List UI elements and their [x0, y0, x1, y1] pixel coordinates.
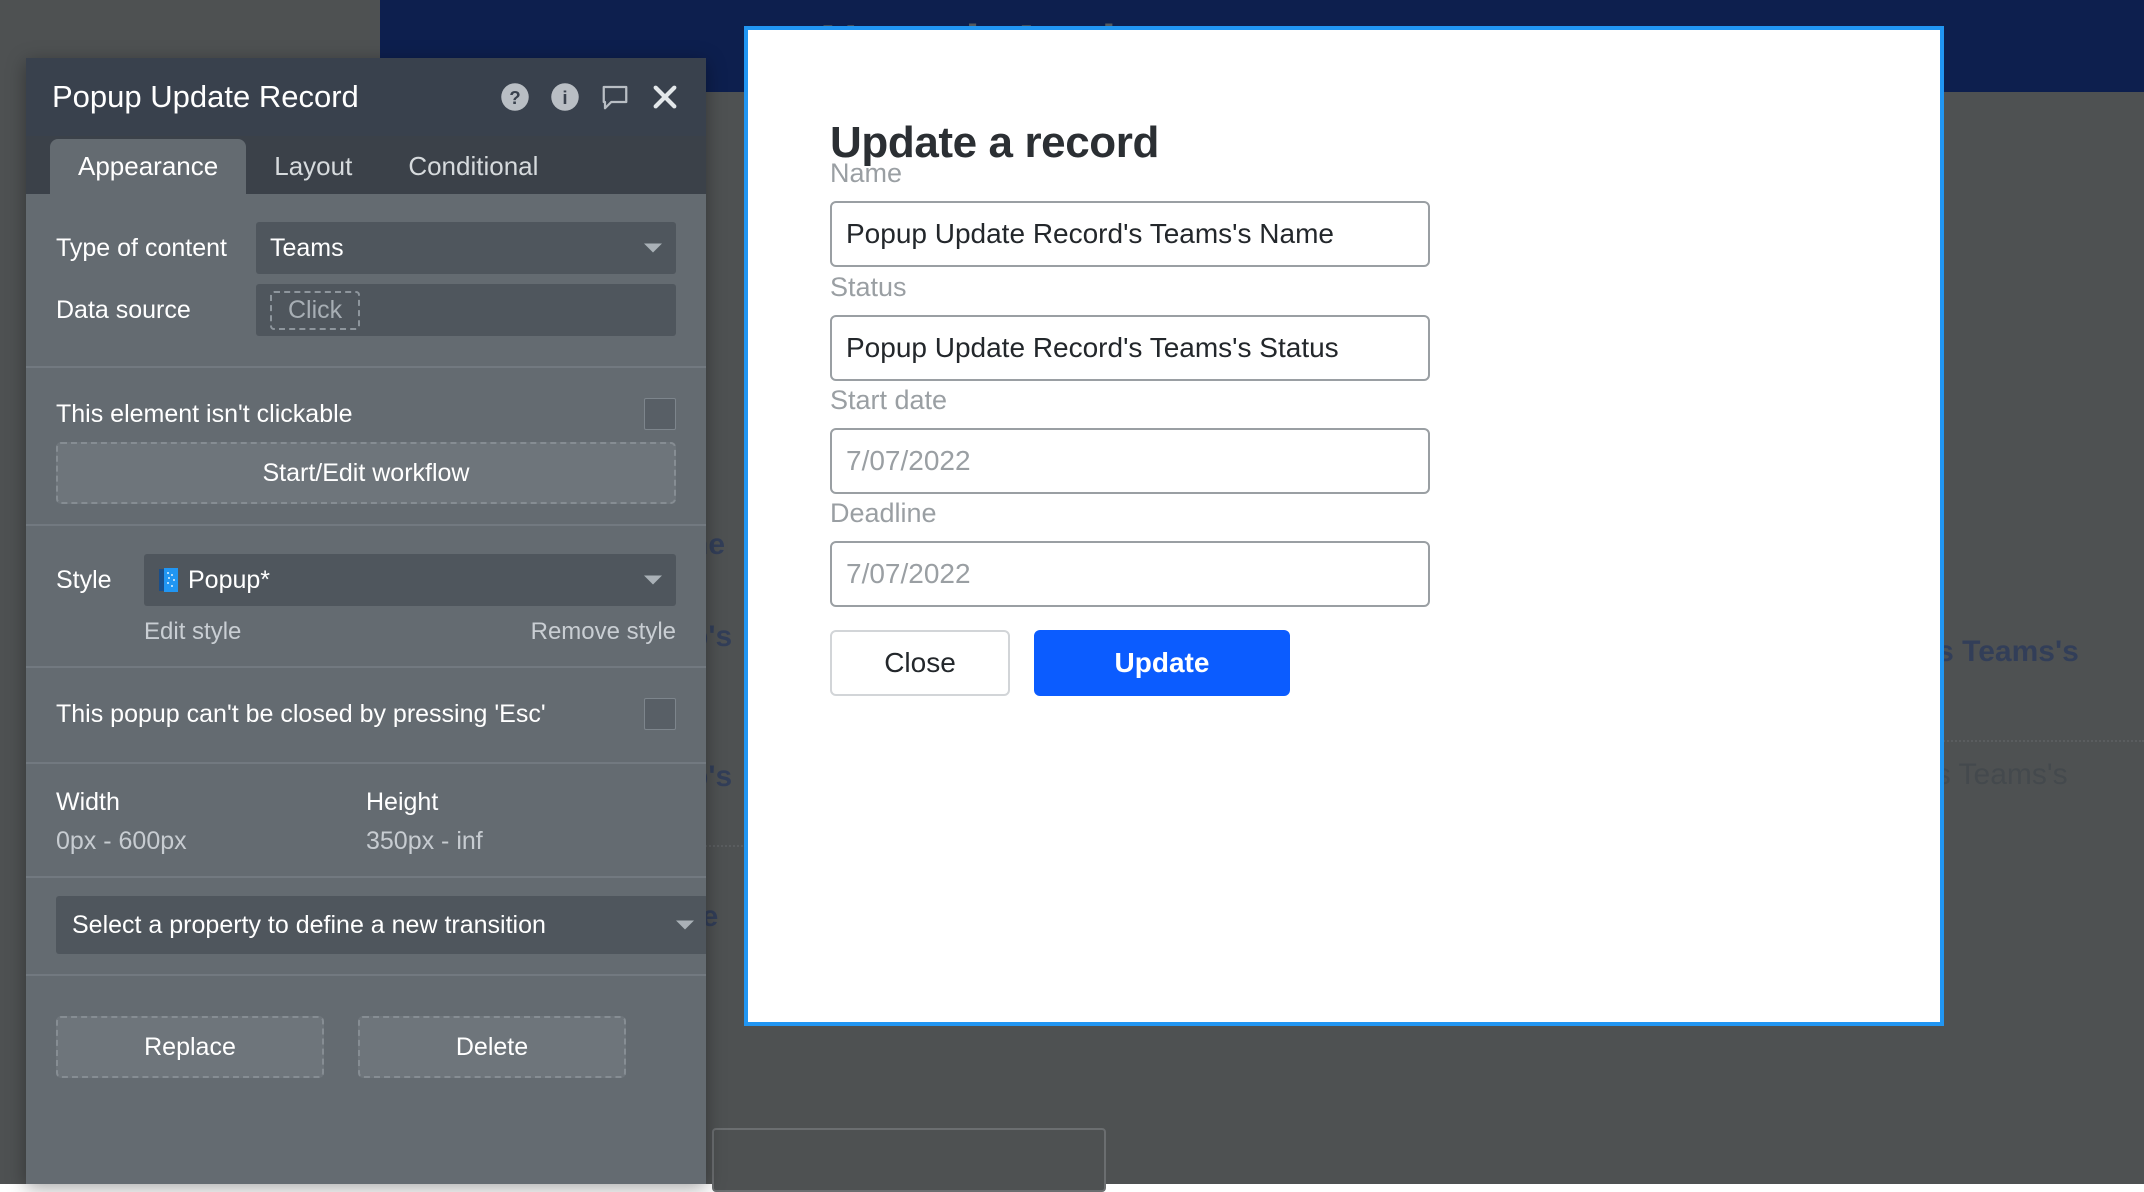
- tab-layout[interactable]: Layout: [246, 139, 380, 194]
- section-element-actions: Replace Delete: [26, 976, 706, 1098]
- background-card: [712, 1128, 1106, 1192]
- field-input[interactable]: Popup Update Record's Teams's Name: [830, 201, 1430, 267]
- type-of-content-label: Type of content: [56, 233, 227, 262]
- data-source-value: Click: [270, 290, 361, 330]
- field-label: Status: [830, 272, 907, 302]
- transition-placeholder: Select a property to define a new transi…: [72, 910, 546, 939]
- panel-title: Popup Update Record: [52, 79, 359, 114]
- field-group: Status Popup Update Record's Teams's Stat…: [830, 272, 1430, 381]
- property-panel: Popup Update Record ? i Appearance Layout…: [26, 58, 706, 1184]
- field-label: Deadline: [830, 498, 937, 528]
- panel-header-icons: ? i: [500, 82, 680, 112]
- data-source-label: Data source: [56, 295, 191, 324]
- chevron-down-icon: [644, 243, 662, 253]
- style-select[interactable]: Popup*: [144, 554, 676, 606]
- remove-style-link[interactable]: Remove style: [531, 618, 676, 646]
- panel-header: Popup Update Record ? i: [26, 58, 706, 136]
- panel-tabs: Appearance Layout Conditional: [26, 136, 706, 194]
- delete-button[interactable]: Delete: [358, 1016, 626, 1078]
- height-label: Height: [366, 788, 439, 816]
- update-button[interactable]: Update: [1034, 630, 1290, 696]
- type-of-content-select[interactable]: Teams: [256, 222, 676, 274]
- width-value: 0px - 600px: [56, 827, 187, 855]
- start-edit-workflow-button[interactable]: Start/Edit workflow: [56, 442, 676, 504]
- popup-preview: Update a record Name Popup Update Record'…: [744, 26, 1944, 1026]
- section-dimensions: Width 0px - 600px Height 350px - inf: [26, 764, 706, 878]
- edit-style-link[interactable]: Edit style: [144, 618, 241, 646]
- field-input[interactable]: 7/07/2022: [830, 541, 1430, 607]
- background-echo-text: 's Teams's: [1930, 758, 2068, 791]
- data-source-field[interactable]: Click: [256, 284, 676, 336]
- style-links: Edit style Remove style: [56, 618, 676, 646]
- style-book-icon: [158, 567, 180, 593]
- no-esc-close-label: This popup can't be closed by pressing '…: [56, 699, 546, 728]
- width-column: Width 0px - 600px: [56, 788, 366, 856]
- section-transitions: Select a property to define a new transi…: [26, 878, 706, 976]
- section-style: Style Popup* Edit style Remove style: [26, 526, 706, 668]
- field-group: Start date 7/07/2022: [830, 385, 1430, 494]
- help-icon[interactable]: ?: [500, 82, 530, 112]
- height-value: 350px - inf: [366, 827, 483, 855]
- row-style: Style Popup*: [56, 554, 676, 606]
- section-clickable: This element isn't clickable Start/Edit …: [26, 368, 706, 526]
- field-group: Name Popup Update Record's Teams's Name: [830, 158, 1430, 267]
- svg-text:i: i: [562, 87, 567, 108]
- row-not-clickable: This element isn't clickable: [56, 398, 676, 430]
- height-column: Height 350px - inf: [366, 788, 676, 856]
- chevron-down-icon: [676, 920, 694, 930]
- chevron-down-icon: [644, 575, 662, 585]
- style-label: Style: [56, 565, 112, 594]
- tab-conditional[interactable]: Conditional: [380, 139, 566, 194]
- replace-button[interactable]: Replace: [56, 1016, 324, 1078]
- close-button[interactable]: Close: [830, 630, 1010, 696]
- style-value: Popup*: [188, 565, 271, 594]
- close-icon[interactable]: [650, 82, 680, 112]
- not-clickable-checkbox[interactable]: [644, 398, 676, 430]
- popup-actions: Close Update: [830, 630, 1290, 696]
- field-label: Name: [830, 158, 903, 188]
- section-esc: This popup can't be closed by pressing '…: [26, 668, 706, 764]
- svg-text:?: ?: [509, 87, 520, 108]
- tab-appearance[interactable]: Appearance: [50, 139, 247, 194]
- type-of-content-value: Teams: [270, 233, 344, 262]
- not-clickable-label: This element isn't clickable: [56, 399, 353, 428]
- row-no-esc-close: This popup can't be closed by pressing '…: [56, 698, 676, 730]
- field-input[interactable]: 7/07/2022: [830, 428, 1430, 494]
- row-type-of-content: Type of content Teams: [56, 222, 676, 274]
- no-esc-close-checkbox[interactable]: [644, 698, 676, 730]
- comment-icon[interactable]: [600, 82, 630, 112]
- width-label: Width: [56, 788, 120, 816]
- field-label: Start date: [830, 385, 948, 415]
- field-input[interactable]: Popup Update Record's Teams's Status: [830, 315, 1430, 381]
- background-echo-text: 's Teams's: [1930, 635, 2079, 668]
- row-data-source: Data source Click: [56, 284, 676, 336]
- section-content: Type of content Teams Data source Click: [26, 194, 706, 368]
- transition-select[interactable]: Select a property to define a new transi…: [56, 896, 706, 954]
- field-group: Deadline 7/07/2022: [830, 498, 1430, 607]
- info-icon[interactable]: i: [550, 82, 580, 112]
